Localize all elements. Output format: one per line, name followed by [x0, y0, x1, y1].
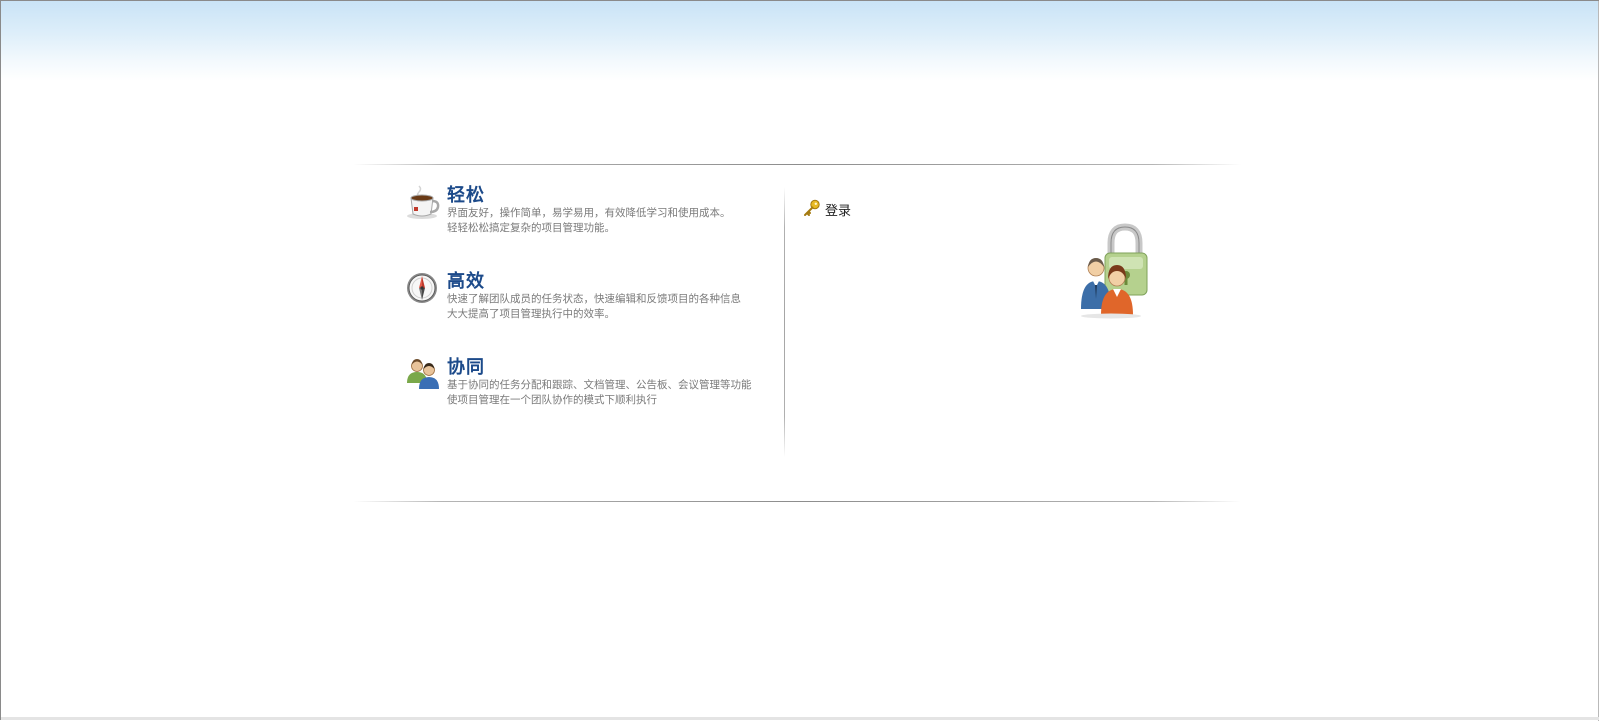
- feature-title: 轻松: [447, 185, 485, 206]
- feature-description: 界面友好，操作简单，易学易用，有效降低学习和使用成本。: [447, 207, 731, 219]
- bottom-divider: [353, 501, 1241, 502]
- feature-description: 快速了解团队成员的任务状态，快速编辑和反馈项目的各种信息: [447, 293, 741, 305]
- compass-icon: [405, 269, 443, 307]
- feature-description: 使项目管理在一个团队协作的模式下顺利执行: [447, 394, 657, 406]
- top-divider: [353, 164, 1241, 165]
- login-title: 登录: [825, 204, 852, 219]
- feature-title: 协同: [447, 357, 485, 378]
- users-lock-icon: [1079, 223, 1169, 319]
- coffee-cup-icon: [405, 183, 443, 221]
- feature-description: 大大提高了项目管理执行中的效率。: [447, 308, 615, 320]
- feature-collaborative: 协同 基于协同的任务分配和跟踪、文档管理、公告板、会议管理等功能 使项目管理在一…: [405, 355, 765, 425]
- feature-description: 轻轻松松搞定复杂的项目管理功能。: [447, 222, 615, 234]
- feature-easy: 轻松 界面友好，操作简单，易学易用，有效降低学习和使用成本。 轻轻松松搞定复杂的…: [405, 183, 765, 253]
- key-icon: [803, 199, 821, 217]
- center-divider: [784, 187, 785, 457]
- team-users-icon: [405, 355, 443, 393]
- feature-title: 高效: [447, 271, 485, 292]
- feature-efficient: 高效 快速了解团队成员的任务状态，快速编辑和反馈项目的各种信息 大大提高了项目管…: [405, 269, 765, 339]
- header-gradient-band: [1, 1, 1599, 81]
- feature-description: 基于协同的任务分配和跟踪、文档管理、公告板、会议管理等功能: [447, 379, 752, 391]
